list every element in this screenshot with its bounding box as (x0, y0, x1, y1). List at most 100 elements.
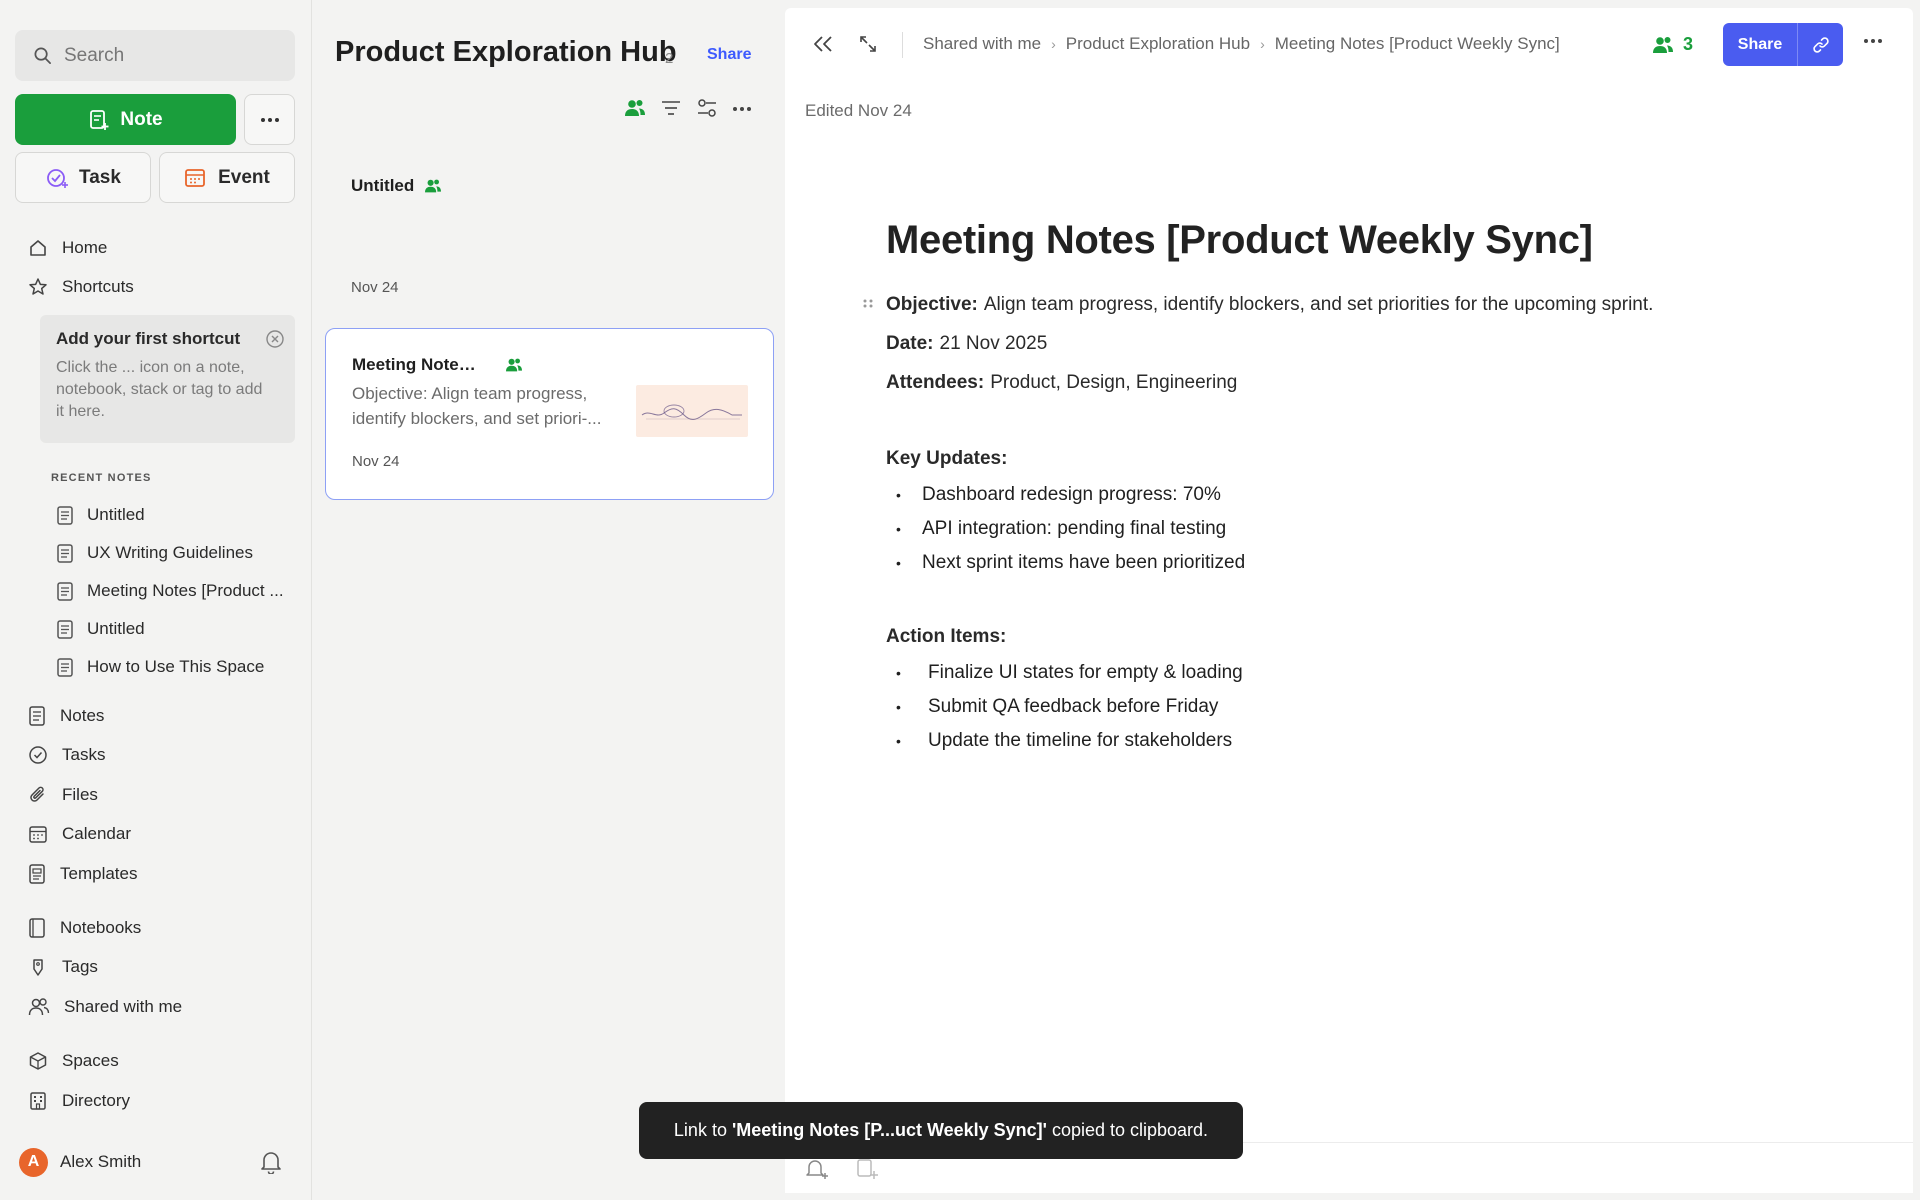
home-icon (28, 238, 48, 258)
shared-people-icon[interactable] (624, 98, 646, 118)
toast-note-name: 'Meeting Notes [P...uct Weekly Sync]' (731, 1120, 1047, 1140)
share-button[interactable]: Share (1723, 23, 1798, 66)
list-item-text: Submit QA feedback before Friday (928, 696, 1219, 717)
note-list-toolbar (624, 98, 752, 118)
user-account[interactable]: A Alex Smith (19, 1147, 294, 1177)
note-list-title: Meeting Notes [Product... (352, 355, 479, 374)
list-item[interactable]: • API integration: pending final testing (886, 512, 1786, 546)
new-task-button[interactable]: Task (15, 152, 151, 203)
recent-note-item[interactable]: How to Use This Space (57, 653, 264, 681)
key-updates-list: • Dashboard redesign progress: 70% • API i… (886, 478, 1786, 580)
nav-tags[interactable]: Tags (28, 952, 98, 982)
note-title[interactable]: Meeting Notes [Product Weekly Sync] (886, 218, 1786, 263)
breadcrumb-item[interactable]: Meeting Notes [Product Weekly Sync] (1275, 34, 1560, 54)
bell-icon[interactable] (260, 1150, 282, 1174)
editor-toolbar: Shared with me › Product Exploration Hub… (785, 8, 1913, 80)
view-options-icon[interactable] (696, 98, 718, 118)
recent-note-label: Untitled (87, 619, 145, 638)
clipboard-toast: Link to 'Meeting Notes [P...uct Weekly S… (639, 1102, 1243, 1159)
more-horizontal-icon[interactable] (732, 98, 752, 118)
reminder-add-icon[interactable] (805, 1157, 829, 1181)
note-icon (57, 543, 73, 563)
nav-shortcuts-label: Shortcuts (62, 277, 134, 296)
breadcrumb-item[interactable]: Shared with me (923, 34, 1041, 54)
nav-templates[interactable]: Templates (28, 859, 137, 889)
action-items-list: • Finalize UI states for empty & loading … (886, 656, 1786, 758)
task-add-icon (45, 166, 69, 190)
attachment-add-icon[interactable] (855, 1157, 879, 1181)
list-item[interactable]: • Submit QA feedback before Friday (886, 690, 1786, 724)
shortcut-hint-card: Add your first shortcut Click the ... ic… (40, 315, 295, 443)
nav-tasks[interactable]: Tasks (28, 740, 105, 770)
note-list-item[interactable]: Untitled Nov 24 (351, 176, 751, 296)
nav-spaces-label: Spaces (62, 1051, 119, 1070)
search-box[interactable] (15, 30, 295, 81)
nav-shared-with-me[interactable]: Shared with me (28, 992, 182, 1022)
expand-icon[interactable] (858, 34, 878, 54)
new-note-button[interactable]: Note (15, 94, 236, 145)
user-name: Alex Smith (60, 1152, 142, 1171)
search-icon (33, 46, 52, 65)
link-icon (1812, 36, 1830, 54)
recent-note-label: Meeting Notes [Product ... (87, 581, 284, 600)
nav-directory[interactable]: Directory (28, 1086, 130, 1116)
action-items-heading[interactable]: Action Items: (886, 618, 1786, 656)
note-icon (28, 706, 46, 726)
notebook-share-link[interactable]: Share (707, 46, 751, 64)
list-item[interactable]: • Dashboard redesign progress: 70% (886, 478, 1786, 512)
collaborators-button[interactable]: 3 (1651, 34, 1693, 55)
nav-notebooks-label: Notebooks (60, 918, 142, 937)
note-icon (57, 505, 73, 525)
filter-icon[interactable] (660, 98, 682, 118)
note-body[interactable]: Meeting Notes [Product Weekly Sync] Obje… (863, 218, 1786, 758)
more-create-button[interactable] (244, 94, 295, 145)
attendees-text: Product, Design, Engineering (990, 371, 1238, 393)
recent-note-item[interactable]: Untitled (57, 615, 145, 643)
recent-note-item[interactable]: Untitled (57, 501, 145, 529)
more-horizontal-icon[interactable] (1863, 38, 1883, 44)
collapse-left-icon[interactable] (811, 34, 835, 54)
nav-directory-label: Directory (62, 1091, 131, 1110)
nav-shortcuts[interactable]: Shortcuts (28, 272, 134, 302)
recent-note-item[interactable]: Meeting Notes [Product ... (57, 577, 284, 605)
nav-calendar[interactable]: Calendar (28, 819, 131, 849)
share-button-group: Share (1723, 23, 1843, 66)
nav-notebooks[interactable]: Notebooks (28, 913, 141, 943)
nav-notes[interactable]: Notes (28, 701, 104, 731)
recent-notes-label: RECENT NOTES (51, 472, 152, 484)
list-item[interactable]: • Update the timeline for stakeholders (886, 724, 1786, 758)
key-updates-heading[interactable]: Key Updates: (886, 440, 1786, 478)
nav-home[interactable]: Home (28, 233, 107, 263)
close-circle-icon[interactable] (265, 329, 285, 349)
list-item[interactable]: • Finalize UI states for empty & loading (886, 656, 1786, 690)
breadcrumb: Shared with me › Product Exploration Hub… (923, 34, 1560, 54)
shared-people-icon (505, 357, 632, 373)
date-label: Date: (886, 332, 934, 354)
nav-home-label: Home (62, 238, 108, 257)
list-item-text: API integration: pending final testing (922, 518, 1227, 539)
toast-suffix: copied to clipboard. (1051, 1120, 1209, 1140)
calendar-add-icon (184, 166, 208, 190)
objective-line[interactable]: Objective: Align team progress, identify… (863, 285, 1786, 324)
list-item-text: Next sprint items have been prioritized (922, 552, 1246, 573)
note-icon (57, 581, 73, 601)
note-list-title-row: Untitled (351, 176, 751, 196)
nav-files[interactable]: Files (28, 780, 98, 810)
search-input[interactable] (64, 44, 284, 67)
drag-handle-icon[interactable] (862, 297, 874, 313)
building-icon (28, 1091, 48, 1111)
copy-link-button[interactable] (1798, 23, 1843, 66)
breadcrumb-item[interactable]: Product Exploration Hub (1066, 34, 1250, 54)
calendar-icon (28, 824, 48, 844)
new-note-label: Note (120, 108, 163, 130)
recent-note-label: UX Writing Guidelines (87, 543, 253, 562)
date-line[interactable]: Date: 21 Nov 2025 (886, 324, 1786, 363)
note-list-item-selected[interactable]: Meeting Notes [Product... Objective: Ali… (325, 328, 774, 500)
new-event-button[interactable]: Event (159, 152, 295, 203)
chevron-right-icon: › (1051, 36, 1056, 52)
nav-spaces[interactable]: Spaces (28, 1046, 119, 1076)
recent-note-item[interactable]: UX Writing Guidelines (57, 539, 253, 567)
attendees-line[interactable]: Attendees: Product, Design, Engineering (886, 363, 1786, 402)
avatar: A (19, 1147, 48, 1177)
list-item[interactable]: • Next sprint items have been prioritized (886, 546, 1786, 580)
